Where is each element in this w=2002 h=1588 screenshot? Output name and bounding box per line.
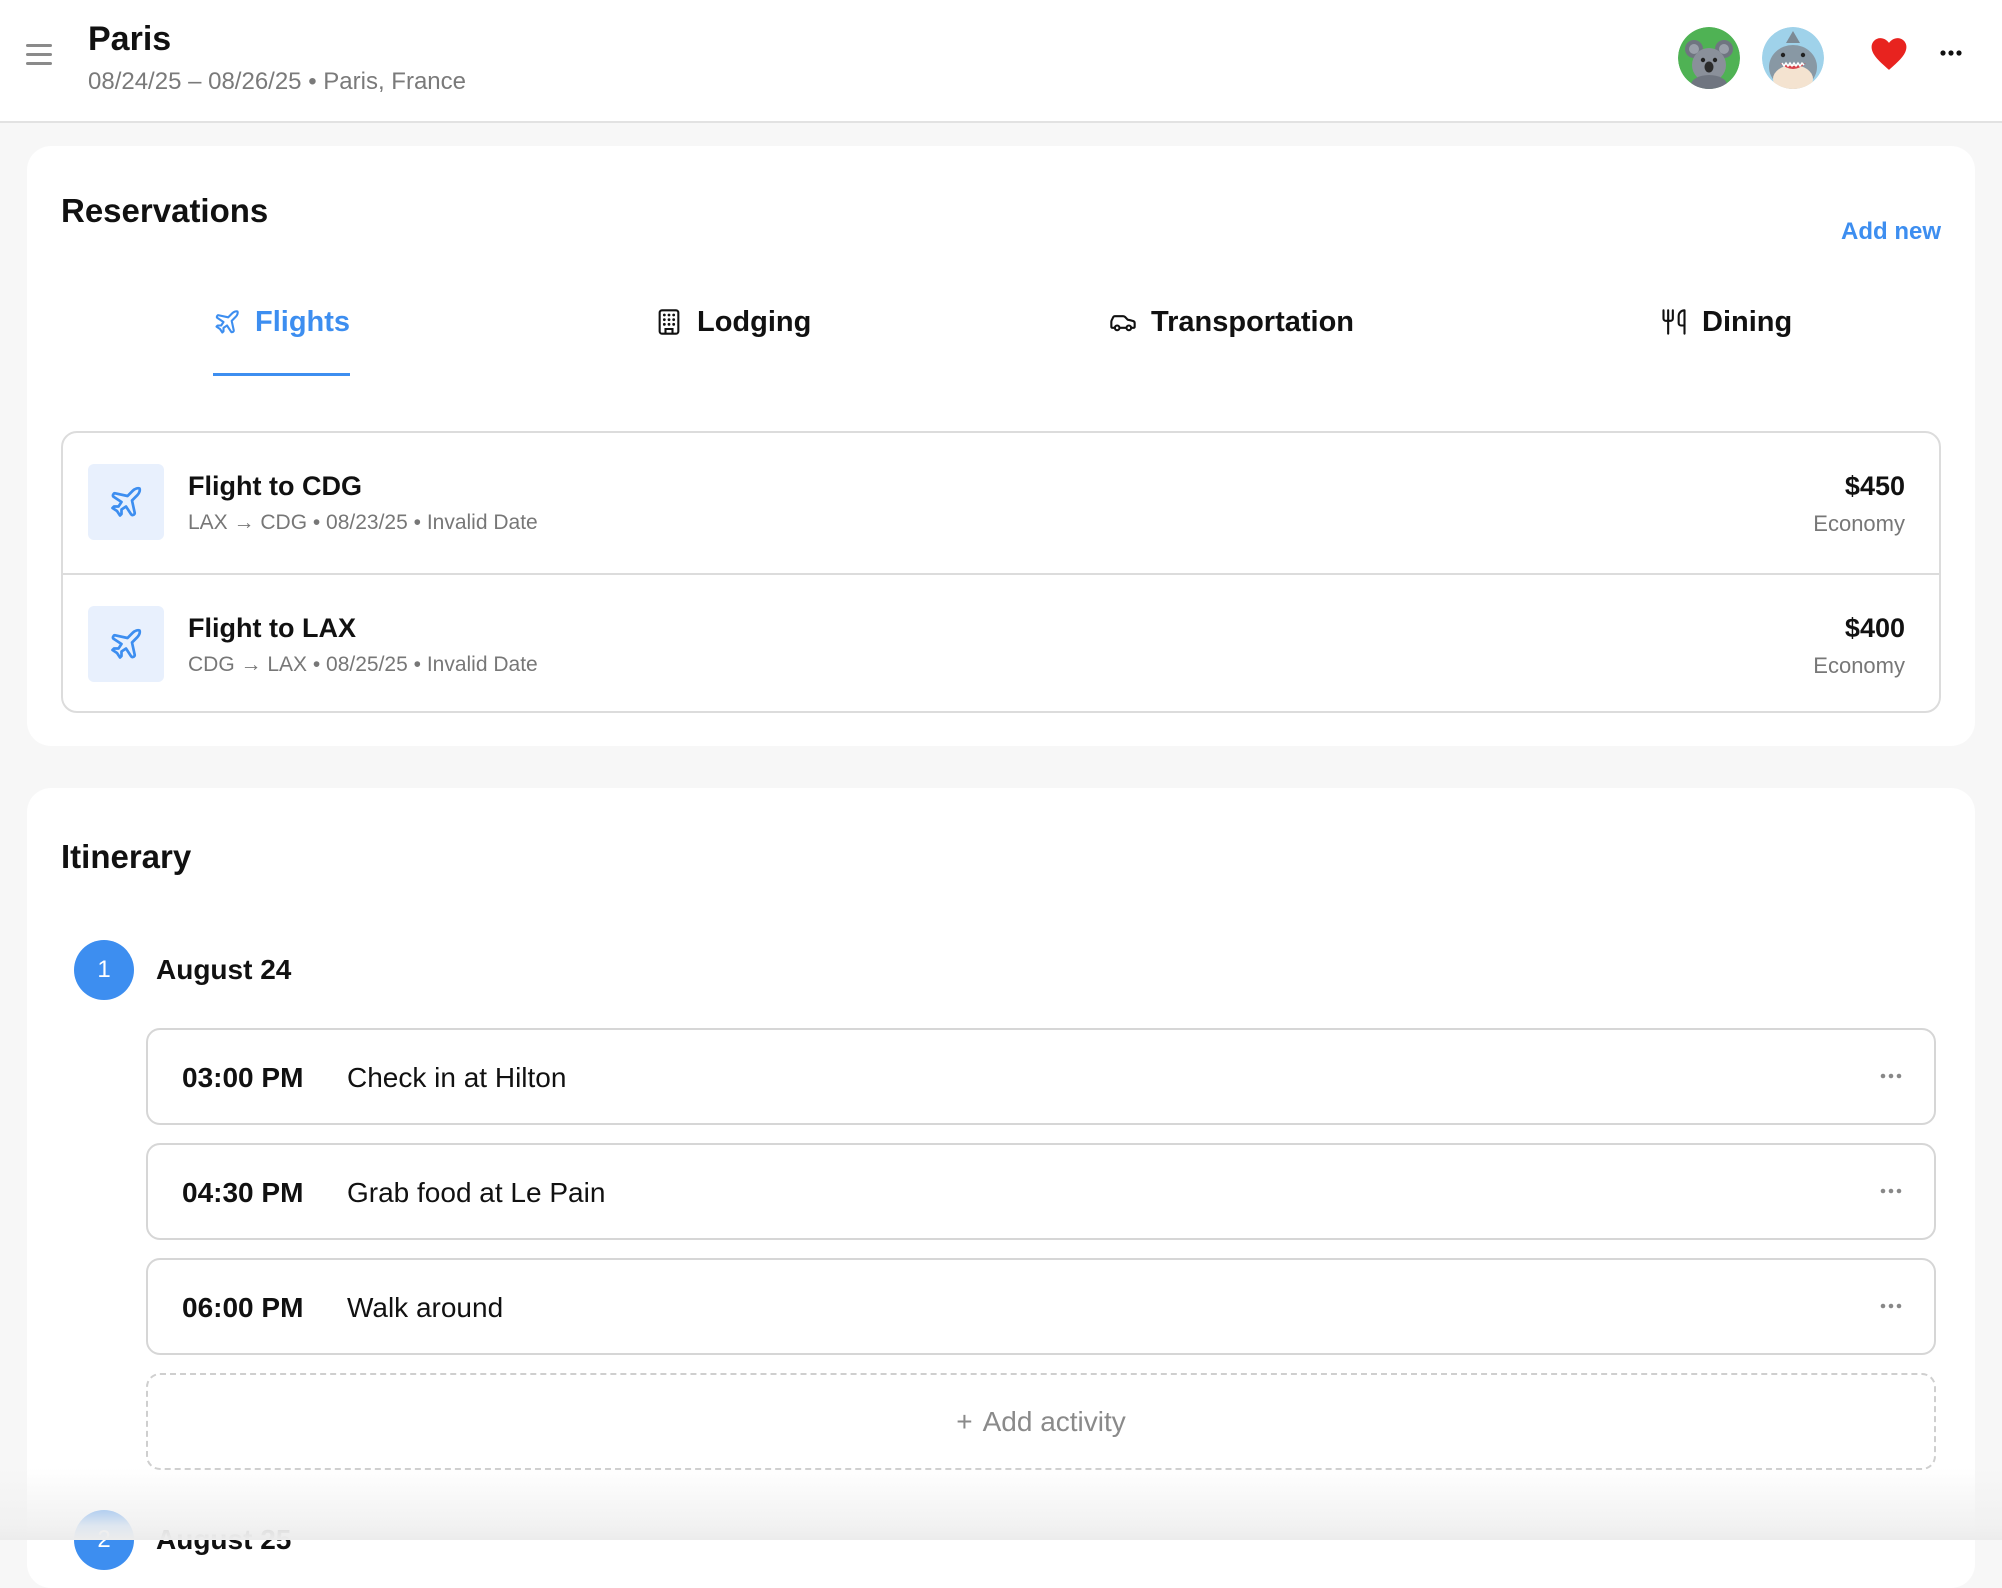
reservation-tabs: Flights Lodging Transportation Dining: [27, 306, 1975, 376]
reservation-name: Flight to LAX: [188, 613, 356, 643]
reservations-card: Reservations Add new Flights Lodging Tra…: [27, 146, 1975, 746]
day-number-badge: 2: [74, 1510, 134, 1570]
reservations-title: Reservations: [61, 192, 269, 229]
trip-dates: 08/24/25 – 08/26/25: [88, 68, 302, 95]
plus-icon: +: [956, 1405, 973, 1437]
day-label: August 24: [156, 954, 292, 985]
itinerary-title: Itinerary: [61, 838, 192, 875]
plane-icon: [88, 464, 164, 540]
activity-item[interactable]: 06:00 PM Walk around: [146, 1258, 1936, 1355]
reservation-list: Flight to CDG LAX → CDG • 08/23/25 • Inv…: [61, 431, 1941, 713]
activity-time: 03:00 PM: [182, 1062, 304, 1093]
day-header: 1 August 24: [74, 940, 291, 1000]
itinerary-card: Itinerary 1 August 24 03:00 PM Check in …: [27, 788, 1975, 1588]
heart-icon[interactable]: [1870, 36, 1908, 72]
plane-icon: [215, 310, 239, 334]
tab-flights-label: Flights: [255, 306, 351, 338]
separator: •: [308, 68, 317, 95]
trip-subtitle: 08/24/25 – 08/26/25 • Paris, France: [88, 68, 466, 96]
add-new-link[interactable]: Add new: [1841, 218, 1941, 246]
utensils-icon: [1662, 309, 1686, 335]
reservation-name: Flight to CDG: [188, 471, 362, 501]
activity-time: 04:30 PM: [182, 1177, 304, 1208]
day-number-badge: 1: [74, 940, 134, 1000]
tab-dining-label: Dining: [1702, 306, 1793, 338]
more-icon[interactable]: [1876, 1179, 1906, 1203]
tab-transportation-label: Transportation: [1151, 306, 1355, 338]
tab-flights[interactable]: Flights: [213, 306, 351, 376]
reservation-route: LAX → CDG • 08/23/25 • Invalid Date: [188, 511, 538, 534]
activity-item[interactable]: 04:30 PM Grab food at Le Pain: [146, 1143, 1936, 1240]
more-icon[interactable]: [1876, 1294, 1906, 1318]
reservation-price: $450: [1844, 471, 1905, 501]
plane-icon: [88, 606, 164, 682]
list-item[interactable]: Flight to CDG LAX → CDG • 08/23/25 • Inv…: [63, 433, 1939, 573]
list-item[interactable]: Flight to LAX CDG → LAX • 08/25/25 • Inv…: [63, 573, 1939, 711]
koala-avatar[interactable]: [1678, 27, 1740, 89]
more-icon[interactable]: [1876, 1064, 1906, 1088]
car-icon: [1110, 315, 1136, 332]
tab-lodging[interactable]: Lodging: [655, 306, 811, 376]
add-activity-button[interactable]: + Add activity: [146, 1373, 1936, 1470]
tab-lodging-label: Lodging: [697, 306, 812, 338]
day-header: 2 August 25: [74, 1510, 291, 1570]
more-icon[interactable]: [1936, 38, 1966, 68]
top-bar: Paris 08/24/25 – 08/26/25 • Paris, Franc…: [0, 0, 2002, 123]
activity-item[interactable]: 03:00 PM Check in at Hilton: [146, 1028, 1936, 1125]
trip-location: Paris, France: [323, 68, 466, 95]
trip-title: Paris: [88, 20, 172, 58]
activity-time: 06:00 PM: [182, 1292, 304, 1323]
reservation-class: Economy: [1813, 653, 1905, 678]
reservation-class: Economy: [1813, 511, 1905, 536]
activity-title: Grab food at Le Pain: [347, 1177, 606, 1208]
day-label: August 25: [156, 1524, 292, 1555]
activity-title: Walk around: [347, 1292, 504, 1323]
add-activity-label: Add activity: [982, 1405, 1126, 1437]
menu-icon[interactable]: [26, 44, 52, 66]
tab-transportation[interactable]: Transportation: [1109, 306, 1354, 376]
tab-dining[interactable]: Dining: [1660, 306, 1792, 376]
activity-title: Check in at Hilton: [347, 1062, 567, 1093]
shark-avatar[interactable]: [1762, 27, 1824, 89]
reservation-route: CDG → LAX • 08/25/25 • Invalid Date: [188, 653, 538, 676]
building-icon: [658, 309, 680, 335]
reservation-price: $400: [1844, 613, 1905, 643]
